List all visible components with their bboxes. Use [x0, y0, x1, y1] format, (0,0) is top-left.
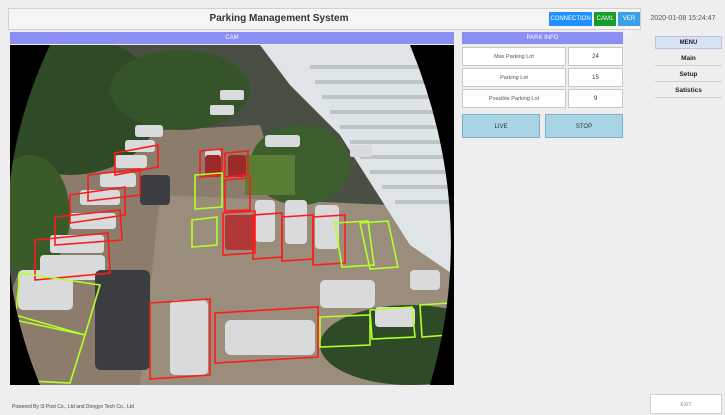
- max-parking-label: Max Parking Lot: [462, 47, 566, 66]
- cam-header: CAM: [10, 32, 454, 44]
- title-bar: Parking Management System CONNECTION CAM…: [8, 8, 641, 36]
- park-info-header: PARK INFO: [462, 32, 623, 44]
- menu-header: MENU: [655, 36, 722, 49]
- parking-lot-label: Parking Lot: [462, 68, 566, 87]
- datetime-display: 2020-01-08 15:24:47: [650, 15, 716, 22]
- connection-indicator: CONNECTION: [549, 12, 592, 26]
- camera-feed-image: [10, 45, 454, 385]
- menu-item-main[interactable]: Main: [655, 52, 722, 66]
- possible-parking-label: Possible Parking Lot: [462, 89, 566, 108]
- app-title: Parking Management System: [209, 13, 349, 24]
- info-row-possible-parking: Possible Parking Lot 9: [462, 89, 623, 108]
- possible-parking-value: 9: [568, 89, 623, 108]
- menu-item-setup[interactable]: Setup: [655, 68, 722, 82]
- version-badge: VER 1.0: [618, 12, 640, 36]
- live-button[interactable]: LIVE: [462, 114, 540, 138]
- menu-item-statistics[interactable]: Satistics: [655, 84, 722, 98]
- info-row-max-parking: Max Parking Lot 24: [462, 47, 623, 66]
- footer-credit: Powered By I3 Post Co., Ltd and Dongyo T…: [12, 404, 134, 410]
- parking-lot-value: 15: [568, 68, 623, 87]
- camera-view: [10, 45, 454, 385]
- exit-button[interactable]: EXIT: [650, 394, 722, 414]
- info-row-parking-lot: Parking Lot 15: [462, 68, 623, 87]
- cam-indicator: CAM1: [594, 12, 616, 26]
- max-parking-value: 24: [568, 47, 623, 66]
- stop-button[interactable]: STOP: [545, 114, 623, 138]
